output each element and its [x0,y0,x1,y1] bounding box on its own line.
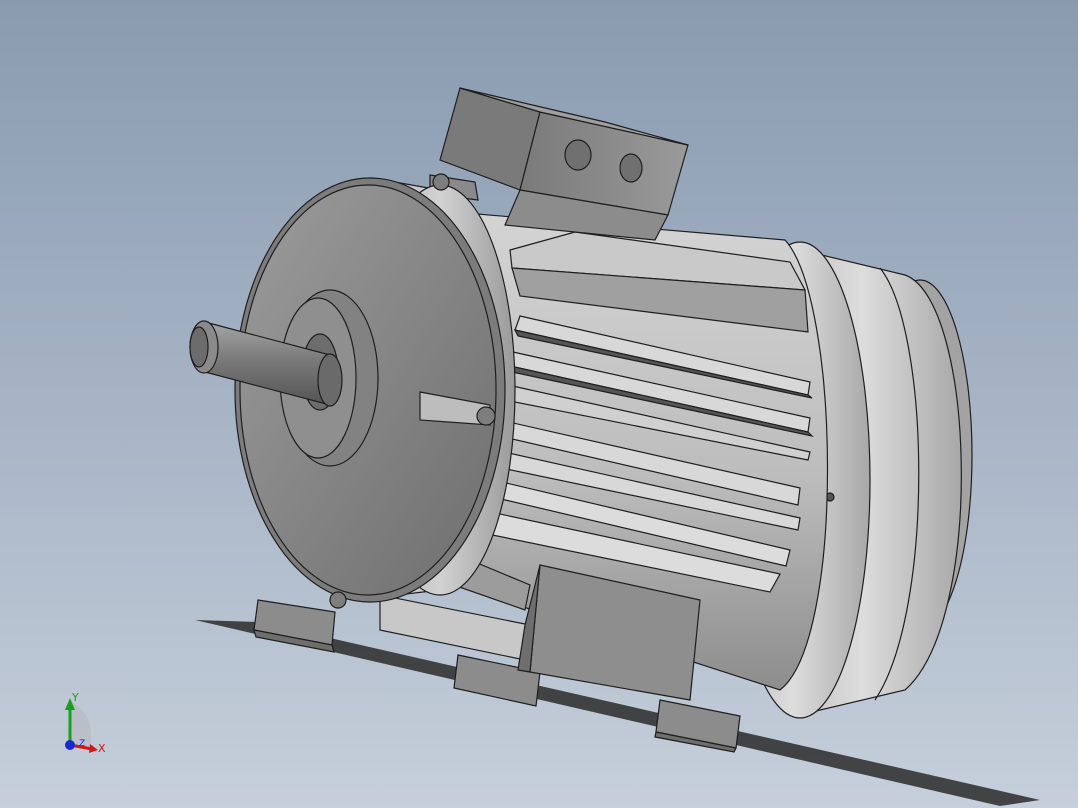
cable-gland-2 [619,153,643,183]
graphics-viewport[interactable]: Y X Z [0,0,1078,808]
x-axis-label: X [98,742,106,755]
z-axis-marker [65,740,75,750]
model-canvas[interactable] [0,0,1078,808]
z-axis-label: Z [79,739,85,749]
cable-gland-1 [564,139,592,171]
y-axis-label: Y [71,691,79,704]
view-orientation-triad-icon[interactable]: Y X Z [52,690,112,760]
